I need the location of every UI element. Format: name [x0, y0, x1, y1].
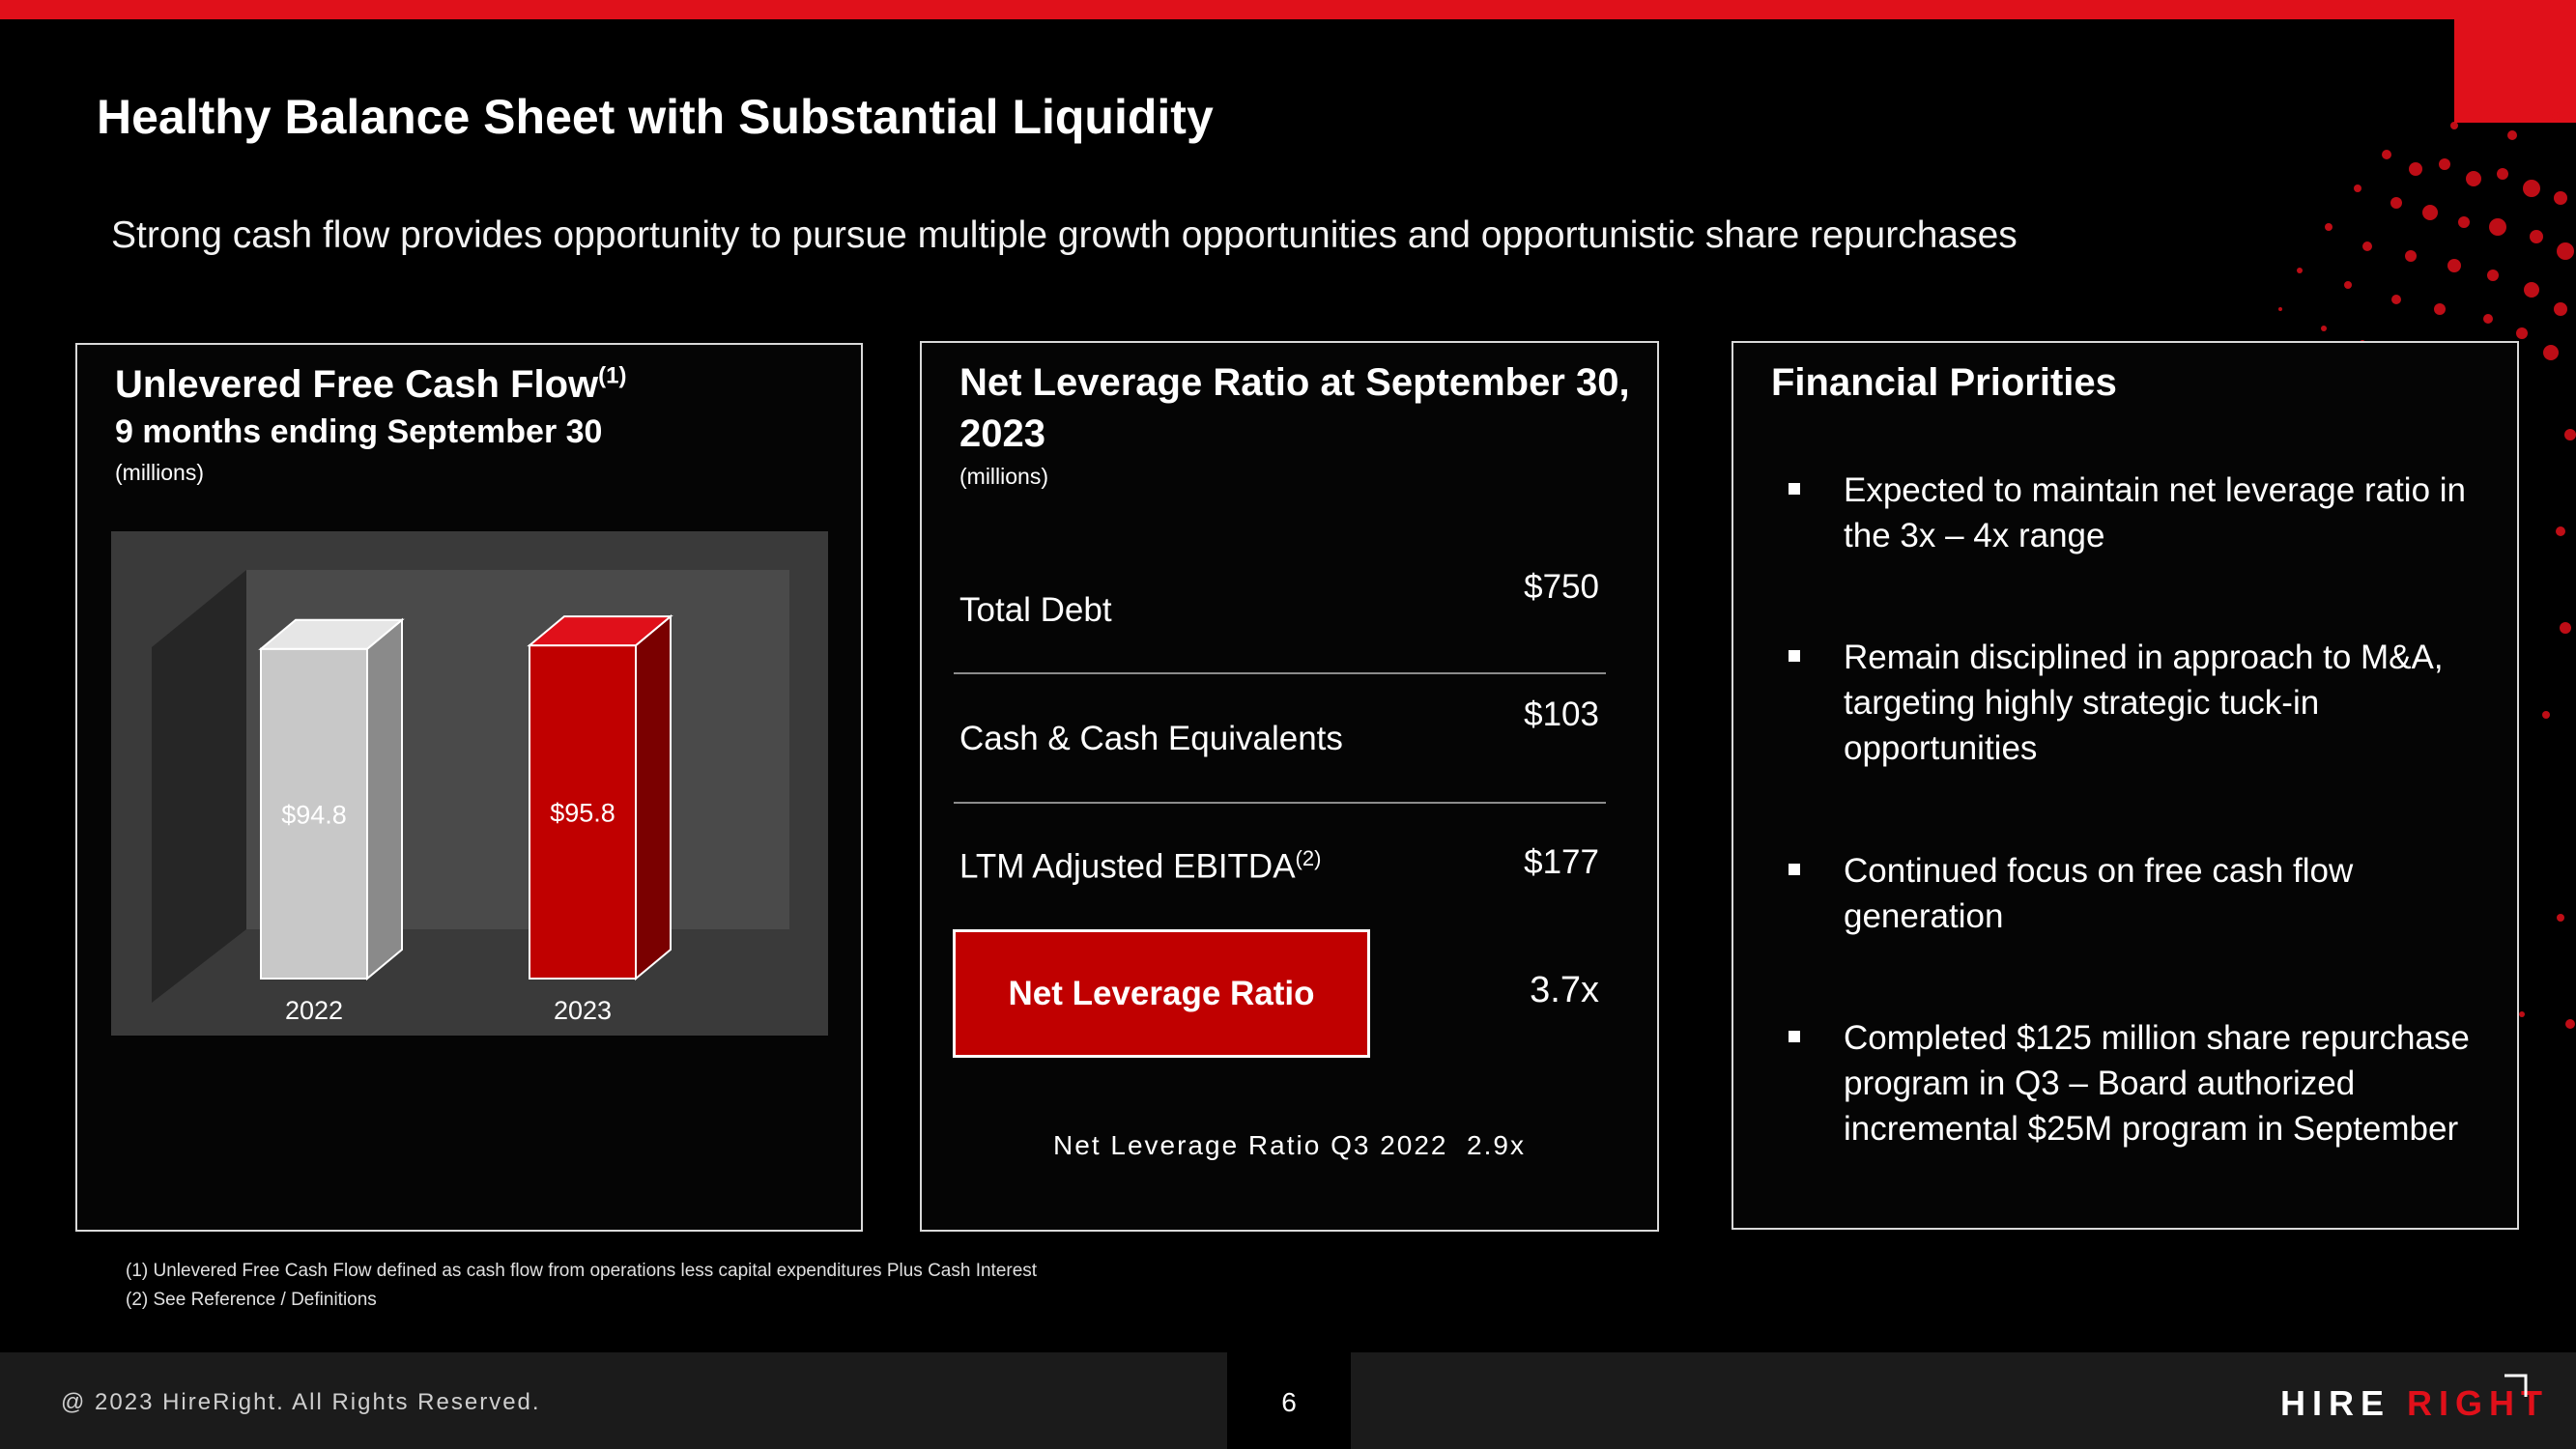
fcf-heading: Unlevered Free Cash Flow(1)	[115, 362, 627, 406]
leverage-units: (millions)	[959, 464, 1048, 489]
copyright-text: @ 2023 HireRight. All Rights Reserved.	[61, 1389, 541, 1415]
bar-side-2023	[635, 613, 672, 981]
divider	[954, 802, 1606, 804]
ebitda-footnote-ref: (2)	[1295, 846, 1322, 870]
priorities-heading: Financial Priorities	[1771, 361, 2117, 404]
x-tick-label: 2023	[554, 996, 612, 1025]
fcf-heading-footnote-ref: (1)	[598, 362, 627, 389]
bar-data-label: $95.8	[550, 799, 615, 828]
net-leverage-ratio-box: Net Leverage Ratio	[953, 929, 1370, 1058]
leverage-heading-line2: 2023	[959, 412, 1045, 455]
adjusted-ebitda-label: LTM Adjusted EBITDA(2)	[959, 846, 1322, 886]
divider	[954, 672, 1606, 674]
bar-data-label: $94.8	[281, 800, 347, 829]
page-subtitle: Strong cash flow provides opportunity to…	[111, 214, 2018, 256]
priority-bullet: Completed $125 million share repurchase …	[1844, 1019, 2470, 1148]
net-leverage-ratio-label: Net Leverage Ratio	[1008, 974, 1315, 1012]
bullet-marker	[1789, 1031, 1800, 1042]
total-debt-value: $750	[1524, 568, 1599, 606]
page-title: Healthy Balance Sheet with Substantial L…	[97, 90, 1214, 144]
priority-bullet: Remain disciplined in approach to M&A, t…	[1844, 639, 2444, 767]
priority-bullet: Continued focus on free cash flow genera…	[1844, 852, 2354, 935]
page-number: 6	[1281, 1387, 1297, 1417]
bullet-marker	[1789, 864, 1800, 875]
bullet-marker	[1789, 483, 1800, 495]
total-debt-label: Total Debt	[959, 591, 1112, 629]
fcf-bar-chart: $94.8 2022 $95.8 2023	[111, 531, 828, 1036]
x-tick-label: 2022	[285, 996, 343, 1025]
footnote-1: (1) Unlevered Free Cash Flow defined as …	[126, 1261, 1038, 1281]
leverage-heading-line1: Net Leverage Ratio at September 30,	[959, 361, 1630, 404]
cash-equivalents-label: Cash & Cash Equivalents	[959, 720, 1343, 757]
fcf-period: 9 months ending September 30	[115, 413, 603, 450]
priority-bullet: Expected to maintain net leverage ratio …	[1844, 471, 2466, 554]
fcf-units: (millions)	[115, 460, 204, 485]
prior-year-ratio-note: Net Leverage Ratio Q3 2022 2.9x	[1053, 1130, 1526, 1160]
adjusted-ebitda-value: $177	[1524, 843, 1599, 881]
top-accent-bar	[0, 0, 2576, 19]
bar-side-2022	[366, 617, 403, 981]
footnote-2: (2) See Reference / Definitions	[126, 1290, 377, 1310]
bullet-marker	[1789, 650, 1800, 662]
net-leverage-ratio-value: 3.7x	[1530, 970, 1599, 1010]
logo-text-hire: HIRE	[2280, 1383, 2408, 1423]
cash-equivalents-value: $103	[1524, 696, 1599, 733]
logo-corner-mark	[2504, 1374, 2528, 1397]
